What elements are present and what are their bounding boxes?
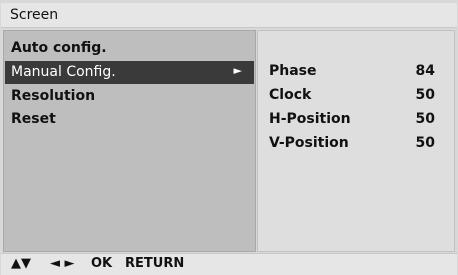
menu-item-label: Resolution	[11, 88, 96, 104]
submenu-row-h-position[interactable]: H-Position 50	[258, 108, 454, 130]
submenu-row-clock[interactable]: Clock 50	[258, 84, 454, 106]
setting-name: V-Position	[269, 135, 349, 151]
up-down-arrows-icon: ▲▼	[11, 256, 31, 271]
setting-value: 50	[415, 87, 435, 103]
arrow-right-icon: ►	[233, 64, 242, 77]
menu-item-label: Auto config.	[11, 40, 107, 56]
menu-title: Screen	[10, 7, 59, 23]
setting-name: Phase	[269, 63, 317, 79]
menu-item-auto-config[interactable]: Auto config.	[5, 37, 254, 60]
main-menu-panel: Auto config. Manual Config. ► Resolution…	[3, 30, 256, 252]
osd-menu: Screen Auto config. Manual Config. ► Res…	[0, 0, 458, 275]
return-hint: RETURN	[125, 256, 185, 271]
menu-item-label: Reset	[11, 111, 56, 127]
title-bar: Screen	[1, 3, 457, 28]
setting-name: Clock	[269, 87, 312, 103]
menu-item-reset[interactable]: Reset	[5, 108, 254, 131]
submenu-row-v-position[interactable]: V-Position 50	[258, 132, 454, 154]
menu-item-label: Manual Config.	[11, 64, 116, 80]
setting-value: 84	[415, 63, 435, 79]
left-right-arrows-icon: ◄ ►	[50, 256, 75, 271]
ok-hint: OK	[91, 256, 113, 271]
submenu-row-phase[interactable]: Phase 84	[258, 60, 454, 82]
setting-name: H-Position	[269, 111, 351, 127]
setting-value: 50	[415, 111, 435, 127]
menu-item-manual-config[interactable]: Manual Config. ►	[5, 61, 254, 84]
setting-value: 50	[415, 135, 435, 151]
submenu-panel: Phase 84 Clock 50 H-Position 50 V-Positi…	[257, 30, 455, 252]
footer-hint-bar: ▲▼ ◄ ► OK RETURN	[1, 253, 457, 275]
menu-item-resolution[interactable]: Resolution	[5, 85, 254, 108]
